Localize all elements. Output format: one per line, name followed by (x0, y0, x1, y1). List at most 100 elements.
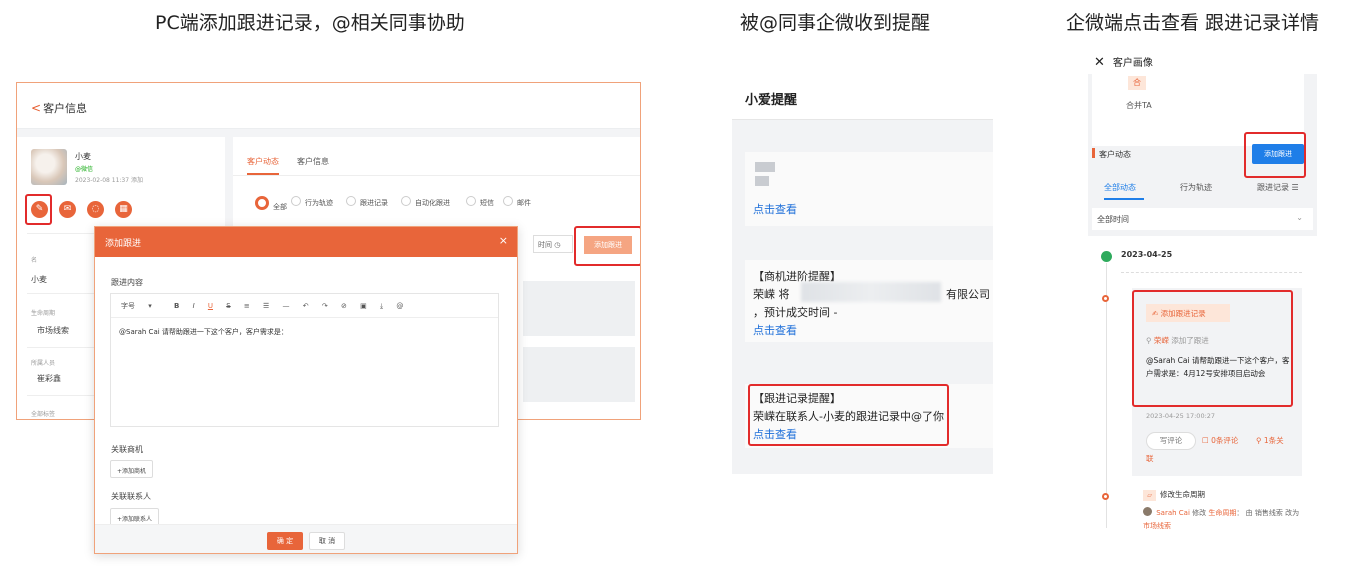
dialog-header: 添加跟进 × (95, 227, 517, 257)
close-icon[interactable]: ✕ (1094, 55, 1105, 70)
filter-all[interactable]: 全部 (255, 196, 287, 212)
user-avatar (1143, 507, 1152, 516)
comment-count-label: 0条评论 (1211, 436, 1239, 445)
tab-behavior[interactable]: 行为轨迹 (1180, 182, 1212, 193)
log-mid: 修改 (1192, 509, 1207, 517)
field-value-lifecycle: 市场线索 (37, 326, 69, 335)
back-label[interactable]: 客户信息 (43, 102, 87, 115)
highlight-add-followup-box (574, 226, 640, 266)
strikethrough-icon[interactable]: S (226, 302, 230, 310)
merge-icon[interactable]: 合 (1128, 76, 1146, 90)
log-user[interactable]: Sarah Cai (1156, 509, 1190, 517)
field-value-name: 小麦 (31, 275, 47, 284)
highlight-feed-box (1132, 290, 1293, 407)
back-chevron-icon[interactable]: < (31, 101, 41, 115)
pc-topbar: < 客户信息 (17, 83, 640, 129)
blurred-content (801, 282, 941, 302)
confirm-button[interactable]: 确 定 (267, 532, 303, 550)
message-card-image[interactable]: 点击查看 (745, 152, 993, 226)
field-label-lifecycle: 生命周期 (31, 310, 56, 317)
related-count-wrap: 联 (1146, 454, 1154, 463)
link-icon[interactable]: ⊘ (341, 302, 347, 310)
highlight-followup-card (748, 384, 949, 446)
write-comment-button[interactable]: 写评论 (1146, 432, 1196, 450)
customer-avatar (31, 149, 67, 185)
add-opportunity-button[interactable]: +添加商机 (110, 460, 154, 478)
wecom-chat-title: 小爱提醒 (732, 78, 993, 120)
time-filter-select[interactable]: 全部时间 ⌄ (1092, 208, 1313, 230)
timeline-date-dot (1101, 251, 1112, 262)
calendar-icon[interactable]: ▦ (115, 201, 132, 218)
font-size-label: 字号 (121, 302, 135, 310)
timeline-date: 2023-04-25 (1121, 250, 1173, 259)
editor-content[interactable]: @Sarah Cai 请帮助跟进一下这个客户，客户需求是： (111, 318, 498, 337)
timeline-dot (1102, 493, 1109, 500)
time-filter-bar: 全部时间 ⌄ (1088, 203, 1317, 236)
bold-icon[interactable]: B (174, 302, 179, 310)
italic-icon[interactable]: I (193, 302, 195, 310)
undo-icon[interactable]: ↶ (303, 302, 309, 310)
cancel-button[interactable]: 取 消 (309, 532, 345, 550)
log-to-pre: 改为 (1285, 509, 1300, 517)
tab-customer-activity[interactable]: 客户动态 (247, 156, 279, 167)
wecom-notification-window: 小爱提醒 点击查看 【商机进阶提醒】 荣嵘 将 有限公司 ，预计成交时间 - 点… (732, 78, 993, 474)
caption-wecom: 被@同事企微收到提醒 (740, 12, 931, 34)
message-card-opportunity[interactable]: 【商机进阶提醒】 荣嵘 将 有限公司 ，预计成交时间 - 点击查看 (745, 260, 993, 342)
opportunity-reminder-company: 有限公司 (946, 288, 990, 301)
chat-icon[interactable]: ◌ (87, 201, 104, 218)
redo-icon[interactable]: ↷ (322, 302, 328, 310)
lifecycle-log: Sarah Cai 修改 生命周期： 由 销售线索 改为 市场线索 (1143, 507, 1300, 530)
merge-label[interactable]: 合并TA (1126, 100, 1152, 111)
highlight-add-followup-box (1244, 132, 1306, 178)
lifecycle-tag: ▱ 修改生命周期 (1143, 489, 1205, 501)
underline-icon[interactable]: U (208, 302, 213, 310)
close-icon[interactable]: × (499, 234, 508, 247)
blurred-image (755, 162, 775, 172)
field-label-owner: 所属人员 (31, 360, 56, 367)
tab-all-activity[interactable]: 全部动态 (1104, 182, 1136, 193)
view-link[interactable]: 点击查看 (753, 322, 797, 338)
view-link[interactable]: 点击查看 (753, 201, 797, 217)
font-size-select[interactable]: 字号 ▾ (121, 302, 152, 310)
tab-active-underline (247, 173, 279, 175)
lifecycle-tag-label: 修改生命周期 (1160, 490, 1205, 499)
time-filter[interactable]: 时间 ◷ (533, 235, 573, 253)
field-value-owner: 崔彩鑫 (37, 374, 61, 383)
feed-timestamp: 2023-04-25 17:00:27 (1146, 412, 1216, 420)
mention-icon[interactable]: @ (396, 302, 403, 310)
timeline-dot (1102, 295, 1109, 302)
tab-active-underline (1104, 198, 1144, 200)
dialog-title: 添加跟进 (105, 239, 142, 249)
add-followup-dialog: 添加跟进 × 跟进内容 字号 ▾ B I U S ≡ ☰ — ↶ ↷ ⊘ ▣ ⤓… (94, 226, 518, 554)
editor-toolbar: 字号 ▾ B I U S ≡ ☰ — ↶ ↷ ⊘ ▣ ⤓ @ (111, 294, 498, 318)
related-count[interactable]: ⚲ 1条关 (1256, 435, 1284, 446)
tab-customer-info[interactable]: 客户信息 (297, 156, 329, 167)
filter-behavior[interactable]: 行为轨迹 (291, 196, 333, 208)
divider-line-icon[interactable]: — (283, 302, 290, 310)
timeline-line (1106, 263, 1107, 528)
comment-count[interactable]: ☐ 0条评论 (1202, 435, 1238, 446)
opportunity-reminder-date: ，预计成交时间 - (753, 306, 838, 319)
tab-followup[interactable]: 跟进记录 ☰ (1257, 182, 1299, 193)
mail-icon[interactable]: ✉ (59, 201, 76, 218)
chevron-down-icon: ⌄ (1296, 213, 1303, 222)
filter-email[interactable]: 邮件 (503, 196, 531, 208)
customer-added-time: 2023-02-08 11:37 添加 (75, 177, 143, 184)
upload-icon[interactable]: ⤓ (380, 302, 383, 310)
filter-auto-followup[interactable]: 自动化跟进 (401, 196, 450, 208)
field-label-tags: 全部标签 (31, 411, 56, 418)
filter-followup[interactable]: 跟进记录 (346, 196, 388, 208)
tab-divider (233, 175, 640, 176)
numbered-list-icon[interactable]: ☰ (263, 302, 269, 310)
image-icon[interactable]: ▣ (360, 302, 367, 310)
bullet-list-icon[interactable]: ≡ (244, 302, 250, 310)
rich-text-editor[interactable]: 字号 ▾ B I U S ≡ ☰ — ↶ ↷ ⊘ ▣ ⤓ @ @Sarah Ca… (110, 293, 499, 427)
log-from: 由 销售线索 (1245, 509, 1283, 517)
mobile-customer-profile: ✕ 客户画像 合 合并TA 客户动态 添加跟进 全部动态 行为轨迹 跟进记录 ☰ … (1088, 48, 1317, 540)
related-count-label: 1条关 (1263, 436, 1284, 445)
contact-label: 关联联系人 (111, 492, 151, 501)
opportunity-label: 关联商机 (111, 445, 143, 454)
opportunity-reminder-text: 荣嵘 将 (753, 288, 790, 301)
filter-sms[interactable]: 短信 (466, 196, 494, 208)
customer-name: 小麦 (75, 152, 91, 161)
